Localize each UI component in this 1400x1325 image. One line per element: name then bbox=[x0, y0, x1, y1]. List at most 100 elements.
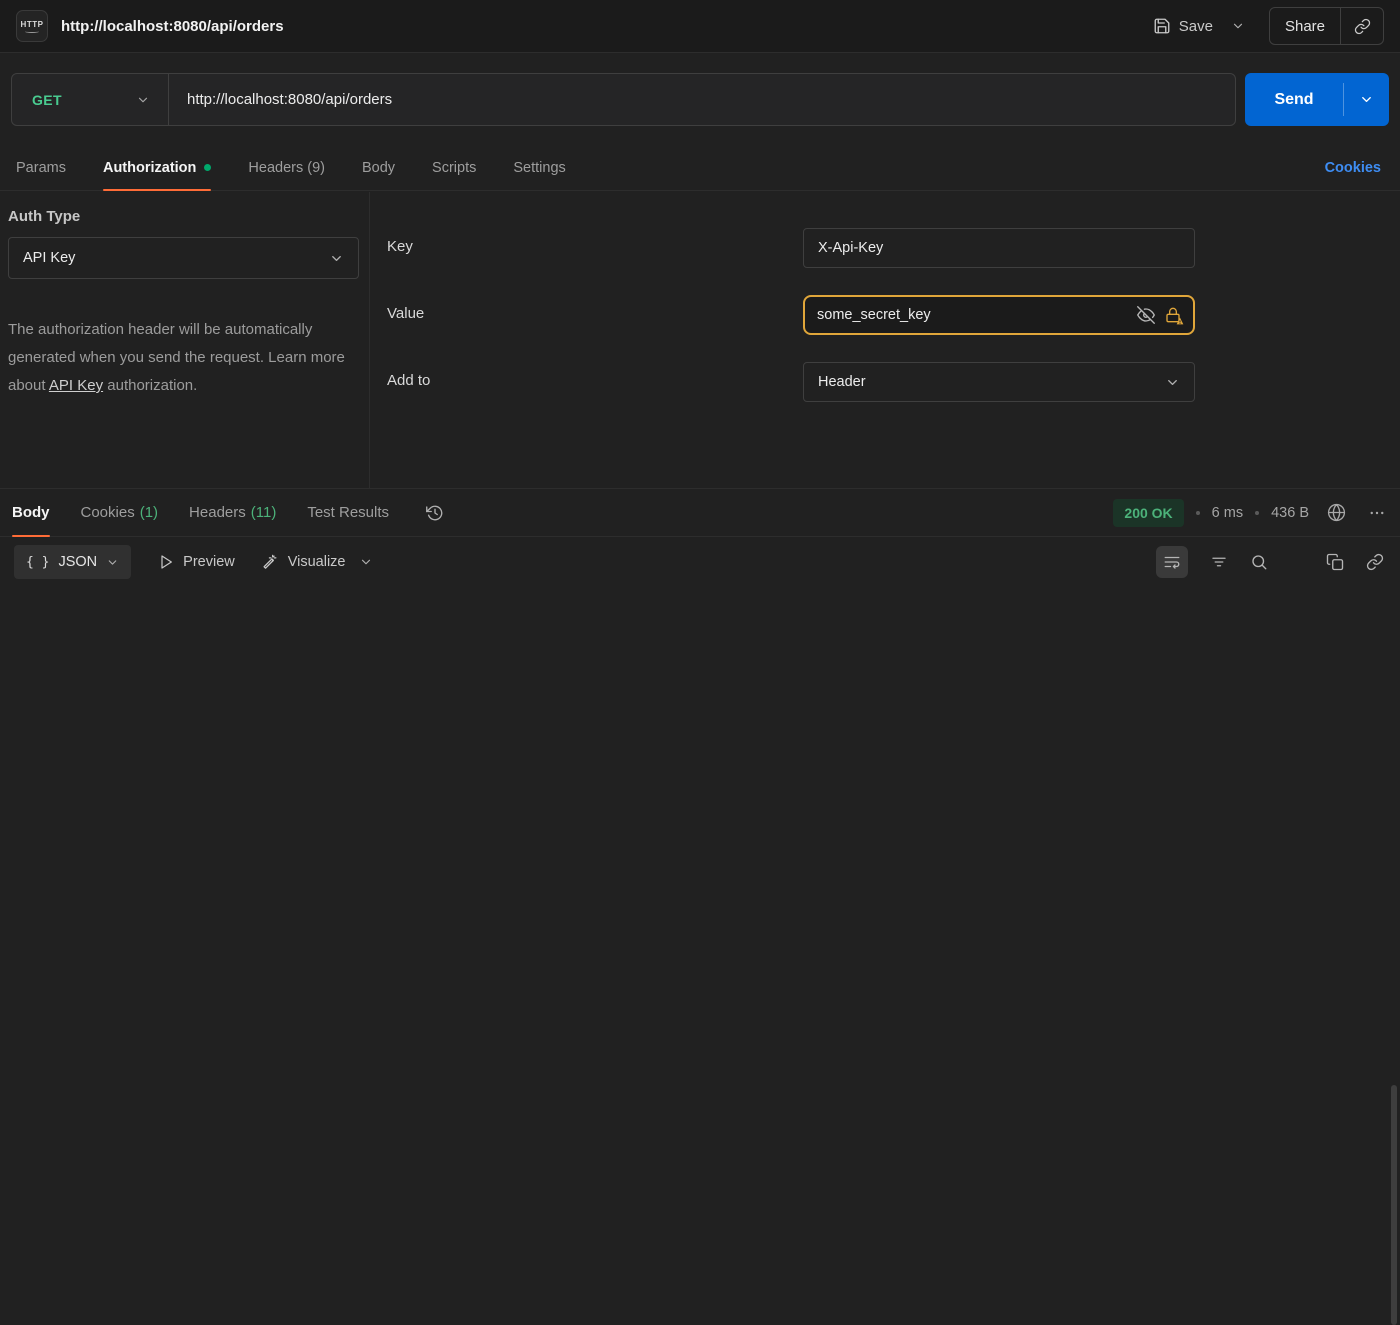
response-time: 6 ms bbox=[1212, 505, 1243, 521]
chevron-down-icon bbox=[1359, 92, 1374, 107]
url-input[interactable]: http://localhost:8080/api/orders bbox=[169, 91, 1235, 108]
request-url-bar: GET http://localhost:8080/api/orders bbox=[11, 73, 1236, 126]
auth-type-value: API Key bbox=[23, 250, 75, 266]
tab-count: (1) bbox=[140, 504, 158, 521]
send-label[interactable]: Send bbox=[1245, 73, 1343, 126]
search-icon[interactable] bbox=[1250, 553, 1268, 571]
share-button[interactable]: Share bbox=[1269, 7, 1384, 45]
send-dropdown-button[interactable] bbox=[1344, 73, 1389, 126]
tab-count: (11) bbox=[251, 504, 277, 521]
auth-type-column: Auth Type API Key The authorization head… bbox=[0, 192, 370, 488]
auth-type-label: Auth Type bbox=[8, 208, 359, 225]
save-button[interactable]: Save bbox=[1149, 11, 1217, 41]
tab-label: Scripts bbox=[432, 160, 476, 176]
tab-label: Authorization bbox=[103, 160, 196, 176]
chevron-down-icon bbox=[1165, 375, 1180, 390]
link-icon[interactable] bbox=[1366, 553, 1384, 571]
auth-description-text: authorization. bbox=[103, 377, 197, 394]
status-badge[interactable]: 200 OK bbox=[1113, 499, 1183, 527]
value-text: some_secret_key bbox=[817, 307, 1137, 323]
key-value: X-Api-Key bbox=[818, 240, 883, 256]
share-link-button[interactable] bbox=[1341, 18, 1383, 35]
response-tab-body[interactable]: Body bbox=[12, 489, 50, 536]
add-to-value: Header bbox=[818, 374, 866, 390]
send-button[interactable]: Send bbox=[1245, 73, 1389, 126]
preview-button[interactable]: Preview bbox=[158, 554, 235, 570]
topbar-actions: Save Share bbox=[1149, 7, 1384, 45]
auth-type-select[interactable]: API Key bbox=[8, 237, 359, 279]
visualize-dropdown-button[interactable] bbox=[359, 555, 373, 569]
chevron-down-icon bbox=[329, 251, 344, 266]
globe-icon[interactable] bbox=[1327, 503, 1346, 522]
wrap-text-icon[interactable] bbox=[1156, 546, 1188, 578]
history-icon[interactable] bbox=[426, 504, 444, 522]
value-input[interactable]: some_secret_key bbox=[803, 295, 1195, 335]
tab-label: Cookies bbox=[81, 504, 135, 521]
tab-label: Headers (9) bbox=[248, 160, 325, 176]
response-tab-headers[interactable]: Headers (11) bbox=[189, 489, 276, 536]
scrollbar-thumb[interactable] bbox=[1391, 1085, 1397, 1325]
copy-icon[interactable] bbox=[1326, 553, 1344, 571]
dot-separator bbox=[1196, 511, 1200, 515]
response-toolbar: { } JSON Preview Visualize bbox=[0, 537, 1400, 587]
visualize-button[interactable]: Visualize bbox=[262, 554, 346, 571]
save-label: Save bbox=[1179, 18, 1213, 35]
braces-icon: { } bbox=[26, 555, 49, 570]
add-to-select[interactable]: Header bbox=[803, 362, 1195, 402]
tab-body[interactable]: Body bbox=[362, 145, 395, 190]
add-to-label: Add to bbox=[387, 362, 803, 402]
eye-off-icon[interactable] bbox=[1137, 306, 1155, 324]
share-label: Share bbox=[1270, 18, 1340, 35]
more-options-icon[interactable] bbox=[1368, 504, 1386, 522]
tab-label: Params bbox=[16, 160, 66, 176]
tab-authorization[interactable]: Authorization bbox=[103, 145, 211, 190]
format-label: JSON bbox=[58, 554, 97, 570]
key-input[interactable]: X-Api-Key bbox=[803, 228, 1195, 268]
api-key-doc-link[interactable]: API Key bbox=[49, 377, 103, 394]
tab-scripts[interactable]: Scripts bbox=[432, 145, 476, 190]
format-select[interactable]: { } JSON bbox=[14, 545, 131, 579]
tab-label: Body bbox=[12, 504, 50, 521]
key-label: Key bbox=[387, 228, 803, 268]
link-icon bbox=[1354, 18, 1371, 35]
tab-label: Test Results bbox=[307, 504, 389, 521]
http-method-icon: HTTP bbox=[16, 10, 48, 42]
chevron-down-icon bbox=[106, 556, 119, 569]
secret-field-icons bbox=[1137, 306, 1181, 324]
auth-addto-row: Add to Header bbox=[387, 362, 1400, 402]
topbar: HTTP http://localhost:8080/api/orders Sa… bbox=[0, 0, 1400, 53]
request-title: http://localhost:8080/api/orders bbox=[61, 18, 284, 35]
http-icon-label: HTTP bbox=[21, 20, 44, 29]
method-label: GET bbox=[32, 92, 62, 108]
chevron-down-icon bbox=[136, 93, 150, 107]
response-tabs: Body Cookies (1) Headers (11) Test Resul… bbox=[0, 489, 1400, 537]
method-select[interactable]: GET bbox=[12, 74, 168, 125]
filter-icon[interactable] bbox=[1210, 553, 1228, 571]
request-tabs: Params Authorization Headers (9) Body Sc… bbox=[0, 145, 1400, 191]
visualize-wand-icon bbox=[262, 554, 279, 571]
play-icon bbox=[158, 554, 174, 570]
response-tab-cookies[interactable]: Cookies (1) bbox=[81, 489, 159, 536]
tab-headers[interactable]: Headers (9) bbox=[248, 145, 325, 190]
response-size: 436 B bbox=[1271, 505, 1309, 521]
visualize-label: Visualize bbox=[288, 554, 346, 570]
tab-settings[interactable]: Settings bbox=[513, 145, 565, 190]
response-tab-test-results[interactable]: Test Results bbox=[307, 489, 389, 536]
cookies-link[interactable]: Cookies bbox=[1325, 145, 1381, 190]
save-dropdown-button[interactable] bbox=[1225, 11, 1251, 41]
http-icon-squiggle bbox=[25, 30, 39, 33]
auth-fields-column: Key X-Api-Key Value some_secret_key bbox=[371, 192, 1400, 488]
response-panel: Body Cookies (1) Headers (11) Test Resul… bbox=[0, 488, 1400, 925]
value-label: Value bbox=[387, 295, 803, 335]
preview-label: Preview bbox=[183, 554, 235, 570]
response-meta: 200 OK 6 ms 436 B bbox=[1113, 489, 1386, 536]
tab-params[interactable]: Params bbox=[16, 145, 66, 190]
auth-active-dot bbox=[204, 164, 211, 171]
response-body-code: 1[2{3"id": "ORD123",4"customerName": "Al… bbox=[0, 1077, 1390, 1083]
lock-warning-icon[interactable] bbox=[1165, 307, 1181, 323]
tab-label: Settings bbox=[513, 160, 565, 176]
chevron-down-icon bbox=[1231, 19, 1245, 33]
auth-description: The authorization header will be automat… bbox=[8, 316, 352, 400]
dot-separator bbox=[1255, 511, 1259, 515]
auth-value-row: Value some_secret_key bbox=[387, 295, 1400, 335]
